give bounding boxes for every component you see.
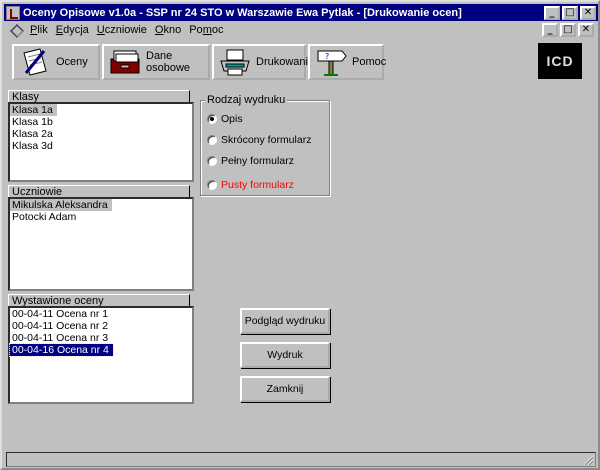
rodzaj-wydruku-title: Rodzaj wydruku	[205, 94, 288, 106]
list-item-label: Klasa 3d	[12, 140, 53, 152]
list-item-label: Klasa 2a	[12, 128, 53, 140]
maximize-button[interactable]: □	[562, 5, 578, 20]
podglad-wydruku-button[interactable]: Podgląd wydruku	[240, 308, 330, 334]
list-item[interactable]: Klasa 3d	[10, 140, 192, 152]
company-logo: ICD	[538, 43, 582, 79]
list-item-label: 00-04-11 Ocena nr 3	[12, 332, 109, 344]
app-window: Oceny Opisowe v1.0a - SSP nr 24 STO w Wa…	[0, 0, 600, 470]
status-bar	[6, 452, 596, 467]
list-item[interactable]: 00-04-11 Ocena nr 3	[10, 332, 192, 344]
radio-button[interactable]	[207, 114, 217, 124]
list-item-label: 00-04-11 Ocena nr 1	[12, 308, 109, 320]
child-window-controls: _ □ ✕	[542, 23, 596, 37]
list-item-label: Potocki Adam	[12, 211, 77, 223]
radio-button[interactable]	[207, 156, 217, 166]
pomoc-button[interactable]: ? Pomoc	[308, 44, 387, 80]
list-item[interactable]: 00-04-11 Ocena nr 2	[10, 320, 192, 332]
klasy-list[interactable]: Klasa 1a Klasa 1b Klasa 2a Klasa 3d	[8, 102, 194, 182]
app-icon[interactable]	[6, 5, 20, 20]
dane-osobowe-button[interactable]: Dane osobowe	[102, 44, 210, 80]
radio-opis[interactable]: Opis	[207, 113, 243, 125]
drukowanie-button[interactable]: Drukowanie	[212, 44, 314, 80]
list-item[interactable]: Potocki Adam	[10, 211, 192, 223]
radio-pusty[interactable]: Pusty formularz	[207, 179, 294, 191]
resize-grip-icon[interactable]	[582, 454, 594, 466]
list-item[interactable]: Mikulska Aleksandra	[10, 199, 192, 211]
list-item[interactable]: Klasa 2a	[10, 128, 192, 140]
window-title: Oceny Opisowe v1.0a - SSP nr 24 STO w Wa…	[23, 6, 462, 19]
radio-label: Pełny formularz	[221, 155, 294, 167]
wydruk-button[interactable]: Wydruk	[240, 342, 330, 368]
radio-pelny[interactable]: Pełny formularz	[207, 155, 294, 167]
list-item-label: 00-04-16 Ocena nr 4	[9, 343, 114, 357]
card-file-icon	[108, 47, 142, 77]
pomoc-label: Pomoc	[352, 56, 387, 68]
drukowanie-label: Drukowanie	[256, 56, 315, 68]
radio-label: Skrócony formularz	[221, 134, 312, 146]
child-close-button[interactable]: ✕	[578, 23, 594, 37]
signpost-icon: ?	[314, 47, 348, 77]
toolbar: Oceny Dane osobowe Drukowanie ? Pomoc	[8, 42, 592, 84]
oceny-list[interactable]: 00-04-11 Ocena nr 1 00-04-11 Ocena nr 2 00…	[8, 306, 194, 404]
radio-button[interactable]	[207, 180, 217, 190]
radio-label: Opis	[221, 113, 243, 125]
dane-osobowe-label: Dane osobowe	[146, 50, 191, 74]
printer-icon	[218, 47, 252, 77]
radio-button[interactable]	[207, 135, 217, 145]
pen-paper-icon	[18, 47, 52, 77]
list-item-label: 00-04-11 Ocena nr 2	[12, 320, 109, 332]
child-restore-button[interactable]: □	[560, 23, 576, 37]
menu-bar: Plik Edycja Uczniowie Okno Pomoc	[4, 22, 598, 38]
child-minimize-button[interactable]: _	[542, 23, 558, 37]
oceny-button[interactable]: Oceny	[12, 44, 100, 80]
menu-okno[interactable]: Okno	[151, 24, 185, 36]
child-window-icon[interactable]	[8, 23, 24, 37]
zamknij-button[interactable]: Zamknij	[240, 376, 330, 402]
list-item[interactable]: Klasa 1a	[10, 104, 192, 116]
menu-pomoc[interactable]: Pomoc	[185, 24, 227, 36]
menu-plik[interactable]: Plik	[26, 24, 52, 36]
title-bar[interactable]: Oceny Opisowe v1.0a - SSP nr 24 STO w Wa…	[4, 4, 598, 21]
list-item-label: Mikulska Aleksandra	[10, 199, 112, 211]
list-item[interactable]: 00-04-11 Ocena nr 1	[10, 308, 192, 320]
radio-skrocony[interactable]: Skrócony formularz	[207, 134, 311, 146]
list-item[interactable]: 00-04-16 Ocena nr 4	[9, 343, 192, 357]
svg-text:?: ?	[325, 52, 329, 61]
oceny-label: Oceny	[56, 56, 88, 68]
close-button[interactable]: ✕	[580, 5, 596, 20]
menu-edycja[interactable]: Edycja	[52, 24, 93, 36]
radio-label: Pusty formularz	[221, 179, 294, 191]
menu-uczniowie[interactable]: Uczniowie	[93, 24, 151, 36]
list-item-label: Klasa 1b	[12, 116, 53, 128]
list-item-label: Klasa 1a	[10, 104, 57, 116]
rodzaj-wydruku-group: Rodzaj wydruku Opis Skrócony formularz P…	[200, 94, 330, 196]
uczniowie-list[interactable]: Mikulska Aleksandra Potocki Adam	[8, 197, 194, 291]
list-item[interactable]: Klasa 1b	[10, 116, 192, 128]
minimize-button[interactable]: _	[544, 5, 560, 20]
